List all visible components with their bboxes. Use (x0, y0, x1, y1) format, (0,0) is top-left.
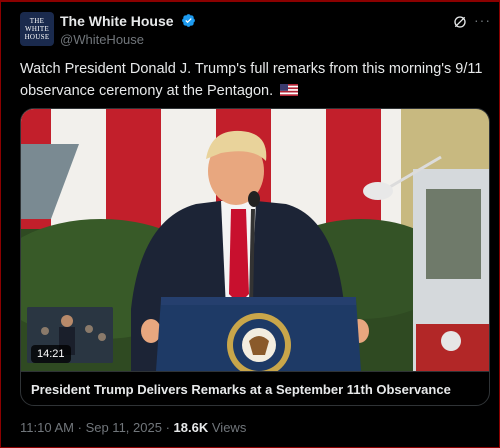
tweet-date[interactable]: Sep 11, 2025 (86, 420, 162, 435)
more-options-icon[interactable]: ··· (474, 12, 490, 28)
verified-badge-icon (182, 14, 195, 28)
avatar[interactable]: THE WHITE HOUSE (20, 12, 54, 46)
tweet-body: Watch President Donald J. Trump's full r… (20, 61, 483, 99)
grok-icon[interactable] (452, 14, 468, 30)
avatar-text-line: THE (29, 17, 45, 25)
tweet-meta: 11:10 AM · Sep 11, 2025 · 18.6K Views (20, 420, 246, 435)
account-names: The White House @WhiteHouse (60, 12, 196, 47)
display-name[interactable]: The White House (60, 13, 174, 29)
views-label: Views (211, 420, 247, 435)
meta-separator: · (77, 420, 82, 435)
meta-separator: · (165, 420, 170, 435)
tweet-time[interactable]: 11:10 AM (20, 420, 74, 435)
us-flag-icon (280, 84, 299, 96)
tweet-text: Watch President Donald J. Trump's full r… (20, 58, 490, 102)
video-duration: 14:21 (31, 345, 71, 363)
video-card[interactable]: 14:21 President Trump Delivers Remarks a… (20, 108, 490, 406)
video-caption[interactable]: President Trump Delivers Remarks at a Se… (21, 371, 489, 405)
avatar-text-line: WHITE (24, 25, 50, 33)
video-player[interactable]: 14:21 (21, 109, 489, 371)
handle[interactable]: @WhiteHouse (60, 32, 196, 47)
views-count: 18.6K (173, 420, 209, 435)
tweet-header: THE WHITE HOUSE The White House @WhiteHo… (20, 12, 490, 48)
avatar-text-line: HOUSE (24, 33, 50, 41)
